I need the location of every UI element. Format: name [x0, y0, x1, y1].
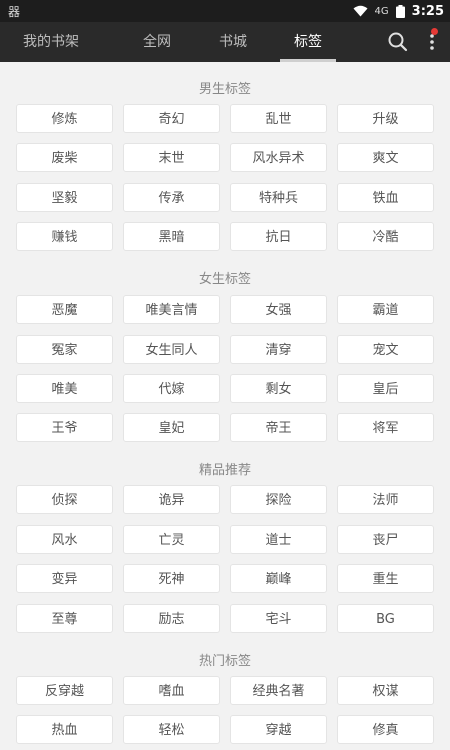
- search-button[interactable]: [386, 30, 410, 54]
- tag-chip[interactable]: 皇后: [337, 374, 434, 403]
- tag-chip[interactable]: 风水异术: [230, 143, 327, 172]
- tag-chip[interactable]: 反穿越: [16, 676, 113, 705]
- tag-chip[interactable]: 唯美言情: [123, 295, 220, 324]
- wifi-icon: [353, 5, 368, 17]
- tag-chip[interactable]: 轻松: [123, 715, 220, 744]
- tag-chip[interactable]: 侦探: [16, 485, 113, 514]
- tag-chip[interactable]: 废柴: [16, 143, 113, 172]
- tag-chip[interactable]: 亡灵: [123, 525, 220, 554]
- tab-bookshelf[interactable]: 我的书架: [18, 22, 84, 62]
- tag-chip[interactable]: 恶魔: [16, 295, 113, 324]
- notification-badge: [431, 28, 438, 35]
- tag-chip[interactable]: 重生: [337, 564, 434, 593]
- tag-chip[interactable]: 道士: [230, 525, 327, 554]
- tag-chip[interactable]: 抗日: [230, 222, 327, 251]
- tag-chip[interactable]: 探险: [230, 485, 327, 514]
- tab-label: 书城: [219, 34, 247, 50]
- tag-chip[interactable]: 传承: [123, 183, 220, 212]
- tag-chip[interactable]: 励志: [123, 604, 220, 633]
- section-title-male: 男生标签: [198, 82, 251, 97]
- tab-label: 全网: [143, 34, 171, 50]
- tag-chip[interactable]: 剩女: [230, 374, 327, 403]
- tag-chip[interactable]: 宅斗: [230, 604, 327, 633]
- search-icon: [388, 32, 408, 52]
- tag-chip[interactable]: 法师: [337, 485, 434, 514]
- tag-chip[interactable]: BG: [337, 604, 434, 633]
- tag-chip[interactable]: 皇妃: [123, 413, 220, 442]
- tag-chip[interactable]: 末世: [123, 143, 220, 172]
- section-title-female: 女生标签: [198, 272, 251, 287]
- tag-chip[interactable]: 权谋: [337, 676, 434, 705]
- tag-chip[interactable]: 王爷: [16, 413, 113, 442]
- tag-chip[interactable]: 黑暗: [123, 222, 220, 251]
- status-time: 3:25: [411, 3, 444, 19]
- tag-chip[interactable]: 丧尸: [337, 525, 434, 554]
- section-title-recommended: 精品推荐: [198, 463, 251, 478]
- tab-tags[interactable]: 标签: [280, 22, 336, 62]
- tab-label: 标签: [294, 34, 322, 50]
- tag-chip[interactable]: 修炼: [16, 104, 113, 133]
- tag-chip[interactable]: 热血: [16, 715, 113, 744]
- signal-label: 4G: [374, 5, 389, 17]
- tag-chip[interactable]: 冷酷: [337, 222, 434, 251]
- status-bar: 器 4G 3:25: [0, 0, 450, 22]
- tag-chip[interactable]: 宠文: [337, 335, 434, 364]
- tab-label: 我的书架: [23, 34, 79, 50]
- active-tab-indicator: [280, 59, 336, 62]
- tag-chip[interactable]: 唯美: [16, 374, 113, 403]
- status-indicators: 4G 3:25: [353, 2, 444, 20]
- tag-chip[interactable]: 特种兵: [230, 183, 327, 212]
- tag-chip[interactable]: 将军: [337, 413, 434, 442]
- tag-chip[interactable]: 霸道: [337, 295, 434, 324]
- tag-chip[interactable]: 冤家: [16, 335, 113, 364]
- tag-chip[interactable]: 死神: [123, 564, 220, 593]
- section-title-hot: 热门标签: [198, 654, 251, 669]
- tag-chip[interactable]: 女强: [230, 295, 327, 324]
- tag-chip[interactable]: 巅峰: [230, 564, 327, 593]
- tag-chip[interactable]: 修真: [337, 715, 434, 744]
- tag-chip[interactable]: 诡异: [123, 485, 220, 514]
- tag-chip[interactable]: 代嫁: [123, 374, 220, 403]
- tag-chip[interactable]: 乱世: [230, 104, 327, 133]
- more-options-button[interactable]: [422, 28, 442, 54]
- notification-icon: 器: [8, 5, 21, 19]
- tag-chip[interactable]: 帝王: [230, 413, 327, 442]
- app-bar: 我的书架 全网 书城 标签: [0, 22, 450, 62]
- tag-chip[interactable]: 爽文: [337, 143, 434, 172]
- tag-chip[interactable]: 经典名著: [230, 676, 327, 705]
- tag-chip[interactable]: 至尊: [16, 604, 113, 633]
- tag-chip[interactable]: 坚毅: [16, 183, 113, 212]
- tab-all-web[interactable]: 全网: [134, 22, 180, 62]
- tag-chip[interactable]: 嗜血: [123, 676, 220, 705]
- tag-chip[interactable]: 女生同人: [123, 335, 220, 364]
- tag-chip[interactable]: 风水: [16, 525, 113, 554]
- tag-chip[interactable]: 穿越: [230, 715, 327, 744]
- tag-chip[interactable]: 清穿: [230, 335, 327, 364]
- tab-book-city[interactable]: 书城: [210, 22, 256, 62]
- battery-icon: [395, 4, 405, 18]
- tag-chip[interactable]: 赚钱: [16, 222, 113, 251]
- tag-chip[interactable]: 变异: [16, 564, 113, 593]
- tag-chip[interactable]: 铁血: [337, 183, 434, 212]
- tag-chip[interactable]: 奇幻: [123, 104, 220, 133]
- tag-chip[interactable]: 升级: [337, 104, 434, 133]
